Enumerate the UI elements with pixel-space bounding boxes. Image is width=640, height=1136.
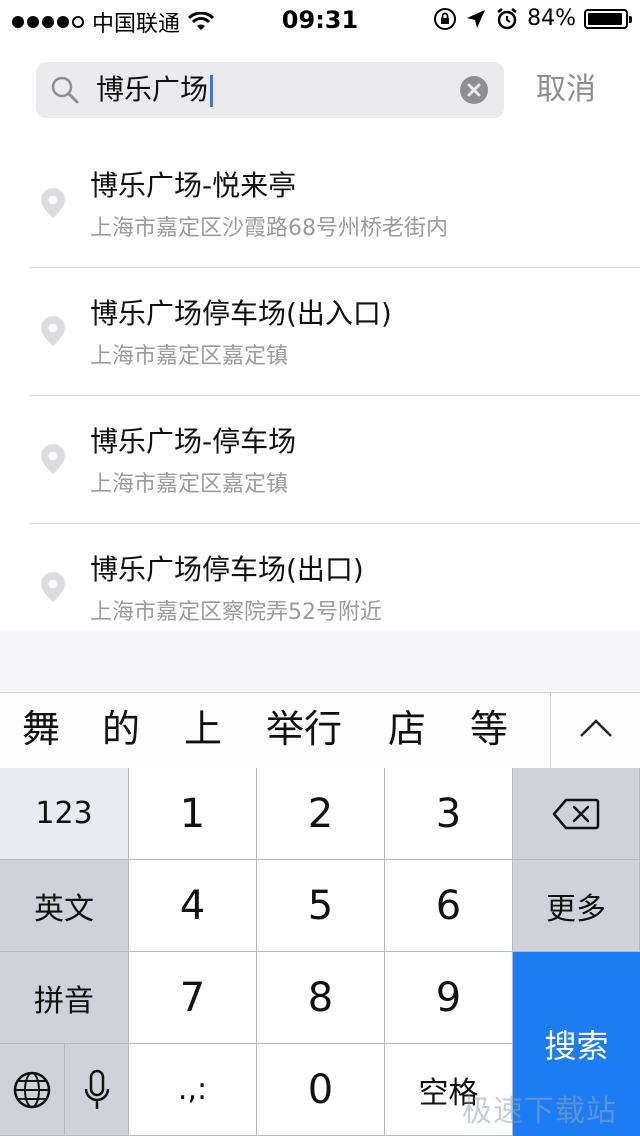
candidate-word[interactable]: 等	[470, 703, 508, 755]
result-address: 上海市嘉定区沙霞路68号州桥老街内	[90, 216, 448, 241]
key-7[interactable]: 7	[129, 952, 257, 1044]
key-6[interactable]: 6	[385, 860, 513, 952]
chevron-up-icon	[580, 719, 612, 737]
number-keyboard: 123 英文 拼音 1 2 3 4 5 6 7 8 9 .,: 0 空格 更多 …	[0, 768, 640, 1136]
location-pin-icon	[41, 316, 65, 346]
key-globe[interactable]	[0, 1044, 65, 1136]
clear-search-icon[interactable]	[460, 76, 488, 104]
search-results-list: 博乐广场-悦来亭 上海市嘉定区沙霞路68号州桥老街内 博乐广场停车场(出入口) …	[0, 140, 640, 646]
key-more[interactable]: 更多	[513, 860, 640, 952]
status-right: 84%	[433, 6, 632, 31]
location-pin-icon	[41, 444, 65, 474]
key-123[interactable]: 123	[0, 768, 129, 860]
result-address: 上海市嘉定区嘉定镇	[90, 472, 289, 497]
location-arrow-icon	[467, 9, 486, 28]
candidate-word[interactable]: 店	[388, 703, 426, 755]
candidate-word[interactable]: 的	[102, 703, 140, 755]
results-footer-area	[0, 630, 640, 692]
key-delete[interactable]	[513, 768, 640, 860]
key-dictation[interactable]	[65, 1044, 129, 1136]
text-caret	[210, 75, 214, 107]
location-pin-icon	[41, 188, 65, 218]
key-8[interactable]: 8	[257, 952, 385, 1044]
search-result-item[interactable]: 博乐广场停车场(出入口) 上海市嘉定区嘉定镇	[0, 268, 640, 396]
microphone-icon	[84, 1069, 109, 1109]
result-address: 上海市嘉定区嘉定镇	[90, 344, 289, 369]
result-title: 博乐广场-停车场	[90, 425, 297, 458]
result-title: 博乐广场停车场(出入口)	[90, 297, 392, 330]
result-address: 上海市嘉定区察院弄52号附近	[90, 600, 382, 625]
backspace-icon	[552, 798, 600, 829]
key-0[interactable]: 0	[257, 1044, 385, 1136]
expand-candidates-button[interactable]	[550, 693, 640, 768]
key-4[interactable]: 4	[129, 860, 257, 952]
candidate-word[interactable]: 举行	[266, 703, 342, 755]
search-result-item[interactable]: 博乐广场-悦来亭 上海市嘉定区沙霞路68号州桥老街内	[0, 140, 640, 268]
ime-candidate-bar: 舞 的 上 举行 店 等	[0, 692, 640, 768]
alarm-icon	[497, 7, 517, 29]
search-result-item[interactable]: 博乐广场-停车场 上海市嘉定区嘉定镇	[0, 396, 640, 524]
key-1[interactable]: 1	[129, 768, 257, 860]
search-query-text: 博乐广场	[96, 73, 209, 106]
search-field[interactable]: 博乐广场	[36, 62, 504, 118]
key-2[interactable]: 2	[257, 768, 385, 860]
watermark: 极速下载站	[462, 1094, 617, 1129]
search-icon	[51, 76, 79, 104]
status-bar: 中国联通 09:31 84%	[0, 0, 640, 40]
result-title: 博乐广场-悦来亭	[90, 169, 297, 202]
key-9[interactable]: 9	[385, 952, 513, 1044]
result-title: 博乐广场停车场(出口)	[90, 553, 364, 586]
cancel-button[interactable]: 取消	[536, 68, 606, 112]
globe-icon	[13, 1071, 51, 1108]
battery-percent: 84%	[527, 6, 576, 31]
search-input[interactable]: 博乐广场	[96, 72, 214, 108]
battery-icon	[584, 8, 632, 29]
candidate-word[interactable]: 上	[184, 703, 222, 755]
key-punctuation[interactable]: .,:	[129, 1044, 257, 1136]
search-result-item[interactable]: 博乐广场停车场(出口) 上海市嘉定区察院弄52号附近	[0, 524, 640, 646]
key-english[interactable]: 英文	[0, 860, 129, 952]
rotation-lock-icon	[434, 7, 457, 30]
key-3[interactable]: 3	[385, 768, 513, 860]
key-pinyin[interactable]: 拼音	[0, 952, 129, 1044]
key-5[interactable]: 5	[257, 860, 385, 952]
location-pin-icon	[41, 572, 65, 602]
candidate-word[interactable]: 舞	[22, 703, 60, 755]
